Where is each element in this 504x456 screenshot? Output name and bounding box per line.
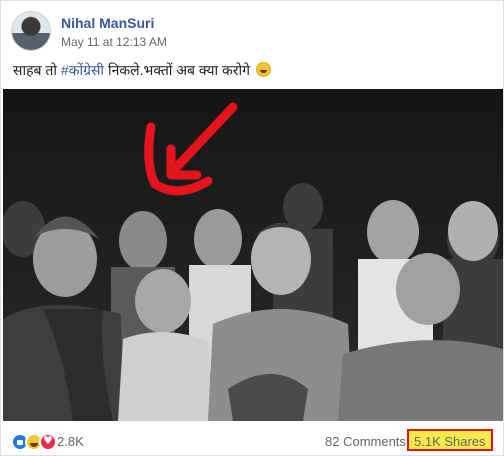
laughing-emoji-icon: [255, 62, 271, 77]
hashtag-link[interactable]: #कोंग्रेसी: [61, 62, 104, 78]
post-timestamp[interactable]: May 11 at 12:13 AM: [61, 35, 167, 49]
facebook-post-card: Nihal ManSuri May 11 at 12:13 AM साहब तो…: [0, 0, 504, 456]
caption-text-end: निकले.भक्तों अब क्या करोगे: [104, 62, 251, 78]
group-photo-image: [3, 89, 503, 421]
shares-count-link[interactable]: 5.1K Shares: [407, 429, 493, 451]
post-photo[interactable]: [3, 89, 503, 421]
caption-text-start: साहब तो: [13, 62, 61, 78]
comments-count-link[interactable]: 82 Comments: [325, 434, 406, 449]
author-avatar[interactable]: [11, 11, 51, 51]
post-caption: साहब तो #कोंग्रेसी निकले.भक्तों अब क्या …: [13, 61, 493, 80]
post-header: Nihal ManSuri May 11 at 12:13 AM: [11, 11, 491, 53]
post-footer: 2.8K 82 Comments 5.1K Shares: [1, 425, 504, 456]
love-icon: [39, 433, 57, 451]
reaction-count[interactable]: 2.8K: [57, 434, 84, 449]
author-name[interactable]: Nihal ManSuri: [61, 15, 154, 31]
